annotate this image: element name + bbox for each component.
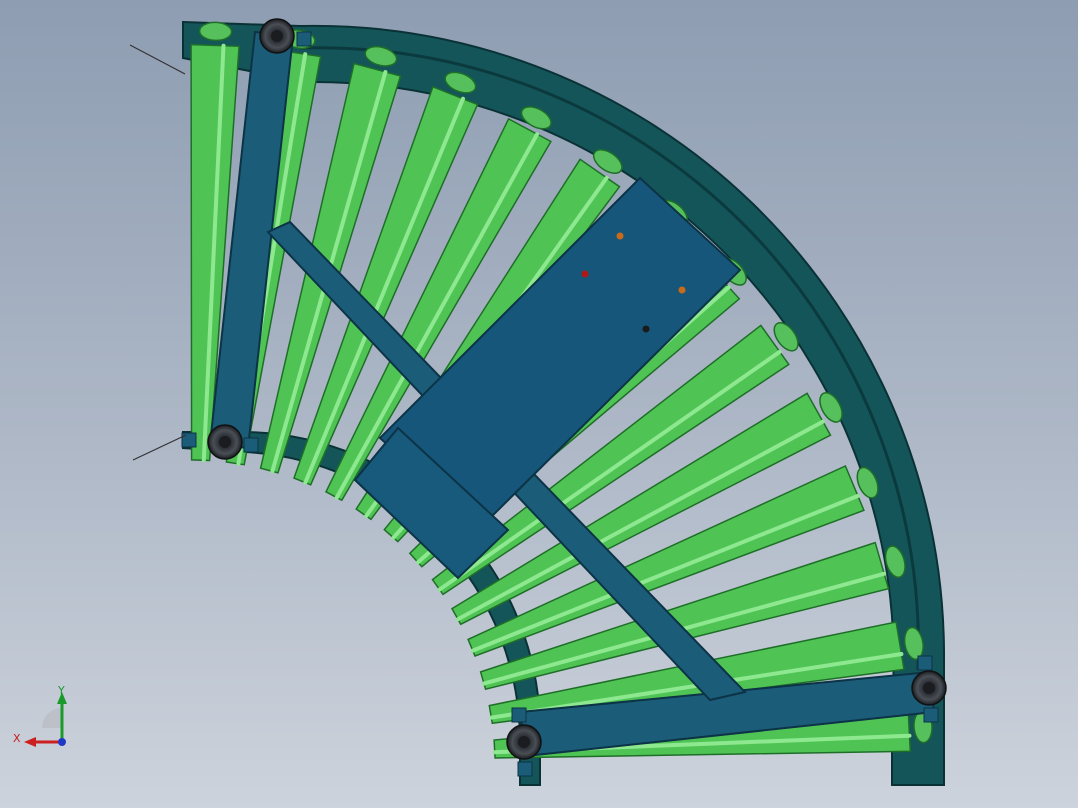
plate-hole-4 [642,325,650,333]
axis-y-label: Y [58,684,65,697]
wheel-left[interactable] [207,424,243,460]
axis-x-label: X [13,732,21,745]
coordinate-triad: Y X [10,684,80,754]
roller-sprocket [198,21,233,42]
wheel-bottom[interactable] [506,724,542,760]
guide-wire-bottom [132,434,187,461]
wheel-top[interactable] [259,18,295,54]
conveyor-model[interactable] [0,0,1078,808]
plate-hole-1 [616,232,624,240]
wheel-right[interactable] [911,670,947,706]
plate-hole-2 [581,270,589,278]
guide-wire-top [129,44,186,75]
plate-hole-3 [678,286,686,294]
cad-viewport[interactable]: Y X [0,0,1078,808]
